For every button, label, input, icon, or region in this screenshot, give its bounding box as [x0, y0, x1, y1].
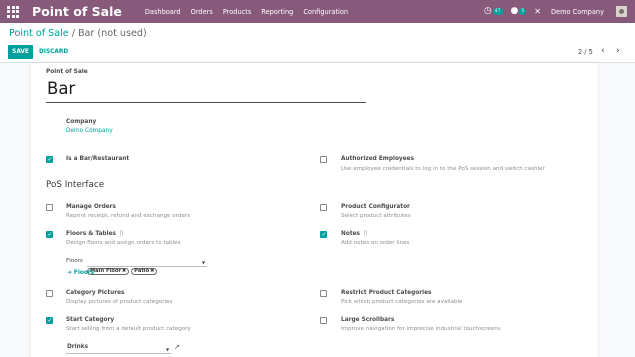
- messages-button[interactable]: ● 5: [511, 7, 527, 16]
- start-category-underline: [66, 353, 171, 354]
- category-pictures-help: Display pictures of product categories: [66, 299, 173, 305]
- save-button[interactable]: SAVE: [8, 45, 33, 59]
- restrict-categories-help: Pick which product categories are availa…: [341, 299, 463, 305]
- product-configurator-checkbox[interactable]: [320, 204, 327, 211]
- remove-tag-icon[interactable]: ✖: [150, 268, 154, 274]
- company-field[interactable]: Demo Company: [66, 128, 113, 134]
- dropdown-caret-icon[interactable]: ▼: [166, 347, 169, 352]
- company-label: Company: [66, 119, 97, 125]
- notes-label-text: Notes: [341, 231, 360, 237]
- floors-tables-label-text: Floors & Tables: [66, 231, 116, 237]
- breadcrumb: Point of Sale / Bar (not used): [9, 28, 147, 39]
- start-category-checkbox[interactable]: [46, 317, 53, 324]
- cutlery-icon: 🍴: [117, 231, 126, 237]
- pager-next-icon[interactable]: ›: [616, 46, 620, 56]
- dropdown-caret-icon[interactable]: ▼: [202, 260, 205, 265]
- restrict-categories-checkbox[interactable]: [320, 290, 327, 297]
- menu-item-dashboard[interactable]: Dashboard: [145, 8, 181, 16]
- pager-previous-icon[interactable]: ‹: [601, 46, 605, 56]
- debug-tools-icon[interactable]: ✕: [534, 7, 541, 16]
- section-title-pos-interface: PoS Interface: [46, 180, 105, 190]
- breadcrumb-separator: /: [71, 28, 75, 39]
- large-scrollbars-label: Large Scrollbars: [341, 317, 395, 323]
- activity-badge: 47: [492, 8, 503, 15]
- authorized-employees-checkbox[interactable]: [320, 156, 327, 163]
- floors-tables-help: Design floors and assign orders to table…: [66, 240, 181, 246]
- breadcrumb-parent[interactable]: Point of Sale: [9, 28, 69, 39]
- discard-button[interactable]: DISCARD: [39, 45, 68, 59]
- main-menu: Dashboard Orders Products Reporting Conf…: [145, 8, 358, 16]
- is-bar-label: Is a Bar/Restaurant: [66, 156, 130, 162]
- category-pictures-label: Category Pictures: [66, 290, 125, 296]
- menu-item-orders[interactable]: Orders: [191, 8, 213, 16]
- restrict-categories-label: Restrict Product Categories: [341, 290, 432, 296]
- start-category-label: Start Category: [66, 317, 115, 323]
- floor-tag-patio: Patio ✖: [131, 267, 158, 275]
- floor-tag-text: Patio: [134, 268, 150, 274]
- floors-tables-label: Floors & Tables 🍴: [66, 231, 125, 237]
- app-brand[interactable]: Point of Sale: [32, 4, 122, 19]
- floors-field-label: Floors: [66, 258, 83, 264]
- breadcrumb-current: Bar (not used): [77, 28, 147, 39]
- floor-tag-text: Main Floor: [90, 268, 121, 274]
- category-pictures-checkbox[interactable]: [46, 290, 53, 297]
- pager-value[interactable]: 2 / 5: [578, 48, 593, 56]
- activity-button[interactable]: ◷ 47: [484, 7, 503, 16]
- systray: ◷ 47 ● 5 ✕ Demo Company: [484, 0, 635, 23]
- authorized-employees-help: Use employee credentials to log in to th…: [341, 166, 545, 172]
- start-category-help: Start selling from a default product cat…: [66, 326, 191, 332]
- form-header-label: Point of Sale: [46, 69, 88, 75]
- manage-orders-checkbox[interactable]: [46, 204, 53, 211]
- notes-label: Notes 🍴: [341, 231, 369, 237]
- manage-orders-help: Reprint receipt, refund and exchange ord…: [66, 213, 191, 219]
- chat-icon: ●: [510, 6, 519, 16]
- product-configurator-help: Select product attributes: [341, 213, 411, 219]
- user-avatar[interactable]: [616, 6, 627, 17]
- floors-tables-checkbox[interactable]: [46, 231, 53, 238]
- floors-field-underline: [87, 266, 207, 267]
- company-switcher[interactable]: Demo Company: [551, 8, 604, 16]
- arrow-right-icon: ➔: [67, 270, 72, 276]
- form-sheet: Point of Sale Bar Company Demo Company I…: [31, 63, 598, 357]
- is-bar-checkbox[interactable]: [46, 156, 53, 163]
- notes-checkbox[interactable]: [320, 231, 327, 238]
- external-link-icon[interactable]: ↗: [174, 343, 180, 351]
- name-input[interactable]: Bar: [47, 79, 75, 98]
- remove-tag-icon[interactable]: ✖: [122, 268, 126, 274]
- menu-item-reporting[interactable]: Reporting: [261, 8, 293, 16]
- manage-orders-label: Manage Orders: [66, 204, 116, 210]
- control-panel: Point of Sale / Bar (not used) SAVE DISCAR…: [0, 23, 635, 63]
- start-category-select[interactable]: Drinks: [67, 344, 88, 350]
- floors-link-text: Floors: [73, 270, 95, 276]
- menu-item-configuration[interactable]: Configuration: [303, 8, 348, 16]
- name-underline: [46, 102, 366, 103]
- authorized-employees-label: Authorized Employees: [341, 156, 415, 162]
- messages-badge: 5: [519, 8, 527, 15]
- large-scrollbars-checkbox[interactable]: [320, 317, 327, 324]
- large-scrollbars-help: Improve navigation for imprecise industr…: [341, 326, 501, 332]
- notes-help: Add notes on order lines: [341, 240, 410, 246]
- clock-icon: ◷: [483, 6, 492, 16]
- apps-menu-icon[interactable]: [7, 5, 19, 18]
- menu-item-products[interactable]: Products: [223, 8, 251, 16]
- cutlery-icon: 🍴: [362, 231, 370, 237]
- floors-link[interactable]: ➔ Floors: [67, 270, 94, 276]
- product-configurator-label: Product Configurator: [341, 204, 410, 210]
- top-navbar: Point of Sale Dashboard Orders Products …: [0, 0, 635, 23]
